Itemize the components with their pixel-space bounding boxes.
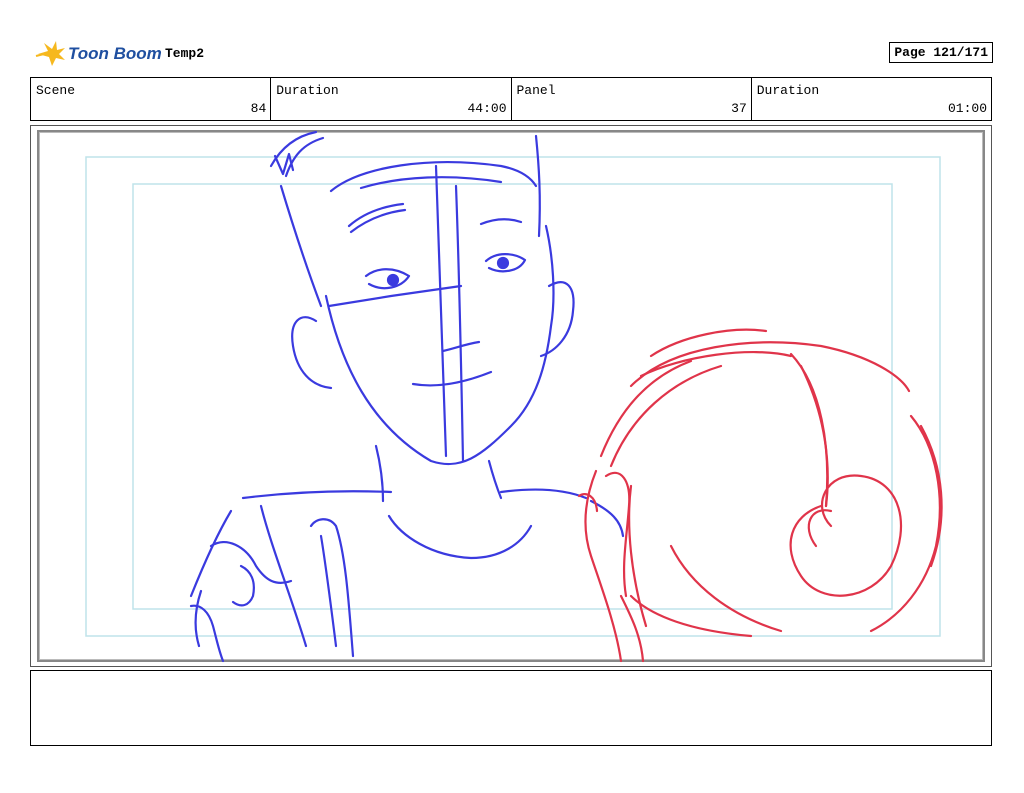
panel-info-row: Scene 84 Duration 44:00 Panel 37 Duratio… <box>30 77 992 121</box>
scene-duration-label: Duration <box>276 83 339 98</box>
panel-sketch <box>85 130 943 663</box>
panel-notes-box <box>30 670 992 746</box>
panel-image-frame <box>30 125 992 667</box>
project-title: Temp2 <box>165 46 205 61</box>
page-indicator: Page 121/171 <box>889 42 993 63</box>
panel-duration-label: Duration <box>756 83 820 98</box>
action-safe-frame <box>85 156 941 637</box>
girl-character-sketch <box>577 328 943 663</box>
panel-value: 37 <box>731 101 747 116</box>
scene-value: 84 <box>250 101 267 116</box>
scene-cell: Scene 84 <box>31 78 272 120</box>
boy-character-sketch <box>189 130 625 663</box>
star-burst-icon <box>35 41 65 66</box>
panel-duration-cell: Duration 01:00 <box>752 78 991 120</box>
panel-cell: Panel 37 <box>512 78 752 120</box>
scene-duration-cell: Duration 44:00 <box>271 78 512 120</box>
storyboard-header: Toon Boom Temp2 Page 121/171 <box>30 38 993 70</box>
scene-duration-value: 44:00 <box>467 101 507 116</box>
scene-label: Scene <box>36 83 76 98</box>
brand-text: Toon Boom <box>68 44 162 63</box>
panel-label: Panel <box>516 83 556 98</box>
panel-duration-value: 01:00 <box>947 101 987 116</box>
toon-boom-logo: Toon Boom <box>35 41 162 66</box>
